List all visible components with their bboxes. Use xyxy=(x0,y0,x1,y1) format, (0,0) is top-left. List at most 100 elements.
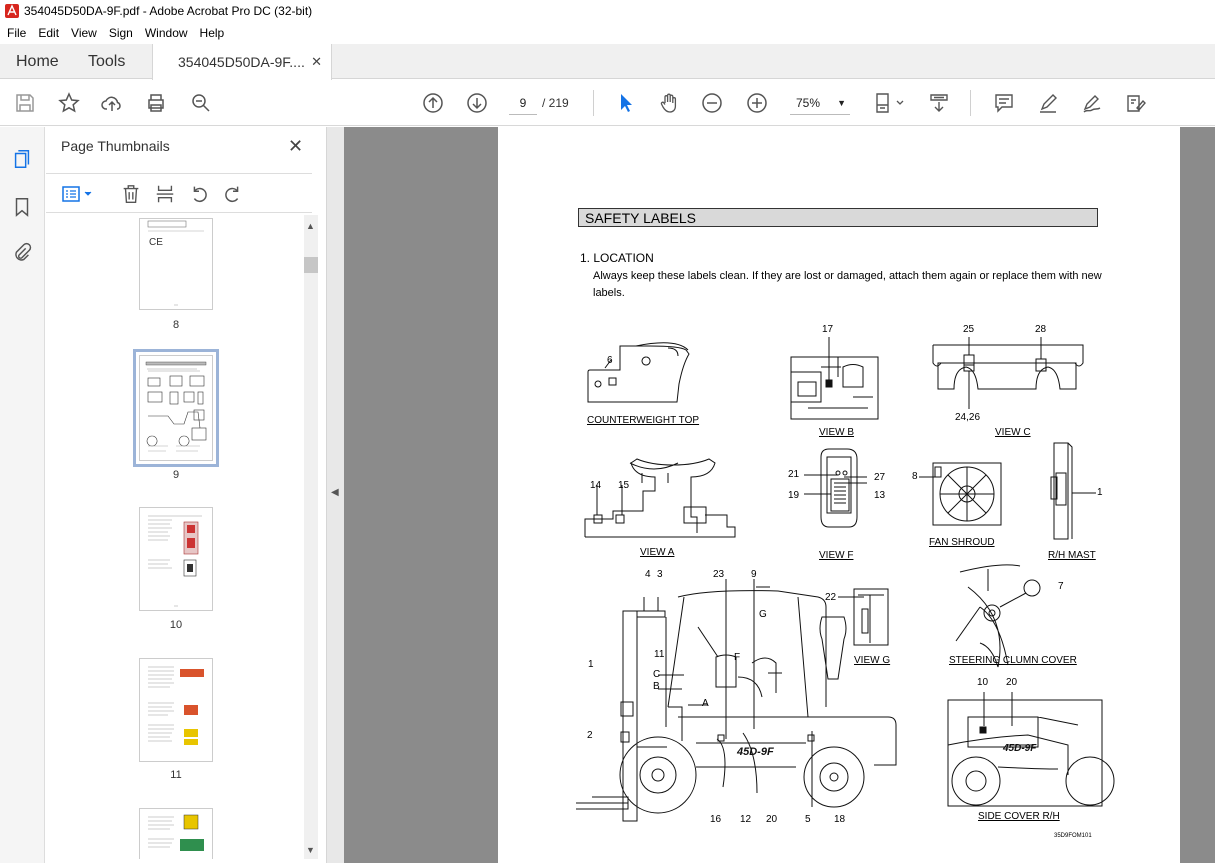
toolbar-divider xyxy=(593,90,594,116)
callout-number: 23 xyxy=(713,569,725,580)
label-view-b: VIEW B xyxy=(819,427,855,438)
close-panel-icon[interactable]: ✕ xyxy=(288,136,303,157)
page-number-input[interactable]: 9 xyxy=(509,91,537,115)
scroll-mode-icon[interactable] xyxy=(927,91,951,115)
acrobat-app-icon xyxy=(5,4,19,18)
zoom-in-icon[interactable] xyxy=(745,91,769,115)
page-8-preview: CE xyxy=(147,220,204,306)
bookmarks-icon[interactable] xyxy=(10,195,34,219)
rotate-clockwise-icon[interactable] xyxy=(221,182,245,206)
callout-number: 14 xyxy=(590,480,602,491)
callout-number: 13 xyxy=(874,490,886,501)
rotate-counterclockwise-icon[interactable] xyxy=(187,182,211,206)
comment-icon[interactable] xyxy=(992,91,1016,115)
print-icon[interactable] xyxy=(144,91,168,115)
zoom-out-icon[interactable] xyxy=(700,91,724,115)
callout-number: 11 xyxy=(654,649,665,660)
close-tab-icon[interactable]: ✕ xyxy=(311,54,322,70)
attachments-icon[interactable] xyxy=(10,241,34,265)
thumbnail-options-icon[interactable] xyxy=(60,182,96,206)
panel-title: Page Thumbnails xyxy=(61,138,170,154)
callout-number: 16 xyxy=(710,814,722,825)
callout-number: B xyxy=(653,681,660,692)
callout-number: 1 xyxy=(1097,487,1103,498)
thumbnail-page-11[interactable] xyxy=(139,658,213,762)
document-view[interactable]: SAFETY LABELS 1. LOCATION Always keep th… xyxy=(344,127,1215,863)
callout-number: 15 xyxy=(618,480,630,491)
callout-number: 3 xyxy=(657,569,663,580)
thumbnail-page-8[interactable]: CE xyxy=(139,218,213,310)
callout-number: 20 xyxy=(1006,677,1018,688)
label-counterweight-top: COUNTERWEIGHT TOP xyxy=(587,415,700,426)
callout-number: 7 xyxy=(1058,581,1064,592)
menu-view[interactable]: View xyxy=(65,26,103,40)
callout-number: A xyxy=(702,698,709,709)
forklift-drawing xyxy=(576,579,897,822)
save-icon[interactable] xyxy=(13,91,37,115)
svg-text:CE: CE xyxy=(149,237,163,248)
figure-code: 35D9FOM101 xyxy=(1054,833,1092,839)
highlight-pen-icon[interactable] xyxy=(1036,91,1060,115)
callout-number: 2 xyxy=(587,730,593,741)
view-f-drawing xyxy=(804,448,867,528)
scroll-up-icon[interactable]: ▲ xyxy=(306,221,315,231)
tab-document[interactable]: 354045D50DA-9F.... ✕ xyxy=(152,44,332,80)
thumbnail-scrollbar[interactable]: ▲ ▼ xyxy=(304,215,318,859)
select-cursor-icon[interactable] xyxy=(614,91,638,115)
menu-file[interactable]: File xyxy=(0,26,32,40)
menu-sign[interactable]: Sign xyxy=(103,26,139,40)
scrollbar-thumb[interactable] xyxy=(304,257,318,273)
view-g-drawing xyxy=(838,588,889,646)
page-fit-icon[interactable] xyxy=(872,91,906,115)
callout-number: 27 xyxy=(874,472,886,483)
callout-number: 19 xyxy=(788,490,800,501)
menu-edit[interactable]: Edit xyxy=(32,26,65,40)
main-toolbar: 9 / 219 75% ▼ xyxy=(0,80,1215,126)
label-rh-mast: R/H MAST xyxy=(1048,550,1096,561)
fill-sign-icon[interactable] xyxy=(1124,91,1148,115)
tab-tools[interactable]: Tools xyxy=(88,44,125,79)
next-page-icon[interactable] xyxy=(465,91,489,115)
tab-bar: Home Tools 354045D50DA-9F.... ✕ xyxy=(0,44,1215,80)
callout-number: 21 xyxy=(788,469,800,480)
callout-number: 22 xyxy=(825,592,837,603)
page-9-preview xyxy=(145,361,207,452)
previous-page-icon[interactable] xyxy=(421,91,445,115)
fan-shroud-drawing xyxy=(919,462,1002,526)
model-mark: 45D-9F xyxy=(736,746,774,758)
document-scroll-area[interactable] xyxy=(1181,127,1215,863)
bookmark-star-icon[interactable] xyxy=(57,91,81,115)
menu-help[interactable]: Help xyxy=(194,26,231,40)
callout-number: 24,26 xyxy=(955,412,981,423)
view-a-drawing xyxy=(584,458,736,538)
title-bar: 354045D50DA-9F.pdf - Adobe Acrobat Pro D… xyxy=(0,0,1215,22)
sign-pen-icon[interactable] xyxy=(1080,91,1104,115)
extract-pages-icon[interactable] xyxy=(153,182,177,206)
thumbnail-list: CE 8 9 10 11 xyxy=(46,215,304,859)
collapse-panel-icon[interactable]: ◀ xyxy=(331,487,339,498)
view-c-drawing xyxy=(932,337,1084,409)
page-thumbnails-icon[interactable] xyxy=(10,147,34,171)
label-view-f: VIEW F xyxy=(819,550,854,561)
thumbnail-page-9[interactable] xyxy=(133,349,219,467)
tab-home[interactable]: Home xyxy=(16,44,59,79)
callout-number: F xyxy=(734,652,741,663)
zoom-level-value: 75% xyxy=(796,96,821,110)
thumbnail-page-12[interactable] xyxy=(139,808,213,859)
delete-page-icon[interactable] xyxy=(119,182,143,206)
hand-tool-icon[interactable] xyxy=(657,91,681,115)
label-view-g: VIEW G xyxy=(854,655,891,666)
panel-splitter[interactable]: ◀ xyxy=(326,127,344,863)
label-fan-shroud: FAN SHROUD xyxy=(929,537,995,548)
upload-cloud-icon[interactable] xyxy=(100,91,124,115)
page-12-preview xyxy=(148,814,204,851)
callout-number: 1 xyxy=(588,659,594,670)
callout-number: 9 xyxy=(751,569,757,580)
zoom-level-select[interactable]: 75% ▼ xyxy=(790,91,850,115)
thumbnail-page-10[interactable] xyxy=(139,507,213,611)
menu-window[interactable]: Window xyxy=(139,26,194,40)
thumbnail-number: 10 xyxy=(169,619,183,631)
find-zoom-icon[interactable] xyxy=(189,91,213,115)
panel-toolbar xyxy=(46,173,312,213)
scroll-down-icon[interactable]: ▼ xyxy=(306,845,315,855)
